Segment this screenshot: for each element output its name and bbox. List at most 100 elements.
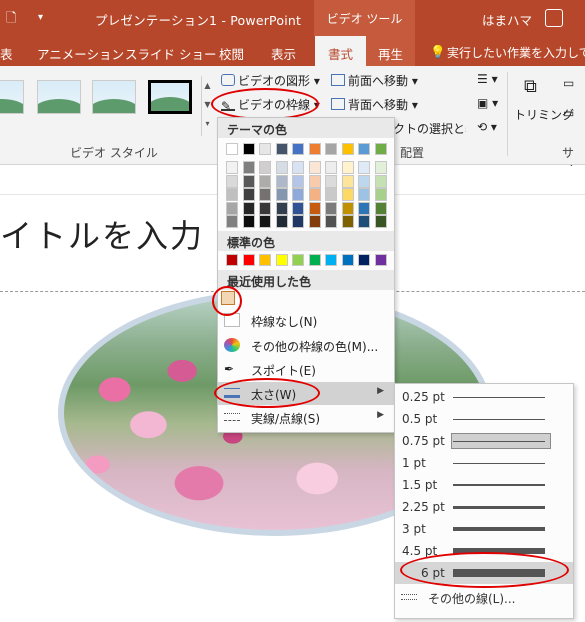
weight-option[interactable]: 1.5 pt bbox=[395, 474, 573, 496]
theme-shade-swatch[interactable] bbox=[308, 161, 321, 174]
theme-shade-swatch[interactable] bbox=[259, 188, 271, 201]
theme-shade-swatch[interactable] bbox=[341, 215, 354, 228]
video-style-thumb-2[interactable] bbox=[37, 80, 81, 114]
theme-shade-swatch[interactable] bbox=[242, 161, 255, 174]
align-icon[interactable]: ☰ ▾ bbox=[477, 72, 498, 86]
theme-shade-swatch[interactable] bbox=[275, 174, 288, 188]
new-file-icon[interactable]: 🗋 bbox=[6, 9, 16, 31]
theme-shade-swatch[interactable] bbox=[341, 174, 354, 188]
theme-shade-swatch[interactable] bbox=[358, 188, 370, 201]
theme-shade-swatch[interactable] bbox=[259, 201, 271, 215]
theme-shade-swatch[interactable] bbox=[275, 188, 288, 201]
theme-color-swatch[interactable] bbox=[226, 143, 238, 155]
weight-option[interactable]: 3 pt bbox=[395, 518, 573, 540]
weight-option[interactable]: 1 pt bbox=[395, 452, 573, 474]
theme-shade-swatch[interactable] bbox=[374, 188, 387, 201]
theme-shade-swatch[interactable] bbox=[226, 174, 238, 188]
send-backward-button[interactable]: 背面へ移動 ▾ bbox=[331, 96, 418, 113]
theme-shade-swatch[interactable] bbox=[308, 174, 321, 188]
slide-title-placeholder[interactable]: イトルを入力 bbox=[0, 211, 204, 257]
tab-format[interactable]: 書式 bbox=[315, 36, 366, 66]
theme-color-swatch[interactable] bbox=[341, 143, 354, 155]
theme-shade-swatch[interactable] bbox=[242, 201, 255, 215]
theme-shade-swatch[interactable] bbox=[325, 161, 337, 174]
theme-shade-swatch[interactable] bbox=[341, 161, 354, 174]
tab-slideshow[interactable]: スライド ショー bbox=[125, 44, 216, 63]
theme-shade-swatch[interactable] bbox=[242, 174, 255, 188]
theme-shade-swatch[interactable] bbox=[275, 215, 288, 228]
weight-option[interactable]: 0.5 pt bbox=[395, 408, 573, 430]
theme-shade-swatch[interactable] bbox=[325, 215, 337, 228]
crop-icon[interactable]: ⧉ bbox=[524, 76, 537, 97]
tell-me-search[interactable]: 実行したい作業を入力してくだ bbox=[447, 44, 585, 61]
tab-review[interactable]: 校閲 bbox=[219, 44, 244, 63]
theme-shade-swatch[interactable] bbox=[374, 215, 387, 228]
standard-color-swatch[interactable] bbox=[341, 254, 354, 266]
theme-shade-swatch[interactable] bbox=[226, 161, 238, 174]
no-outline-item[interactable]: 枠線なし(N) bbox=[218, 309, 394, 332]
weight-option[interactable]: 2.25 pt bbox=[395, 496, 573, 518]
theme-shade-swatch[interactable] bbox=[275, 161, 288, 174]
theme-color-swatch[interactable] bbox=[358, 143, 370, 155]
theme-color-swatch[interactable] bbox=[275, 143, 288, 155]
theme-shade-swatch[interactable] bbox=[308, 188, 321, 201]
theme-shade-swatch[interactable] bbox=[259, 215, 271, 228]
group-icon[interactable]: ▣ ▾ bbox=[477, 96, 498, 110]
width-icon[interactable]: ▭ bbox=[563, 106, 574, 120]
theme-shade-swatch[interactable] bbox=[242, 215, 255, 228]
theme-color-swatch[interactable] bbox=[292, 143, 304, 155]
tab-playback[interactable]: 再生 bbox=[366, 36, 415, 66]
theme-shade-swatch[interactable] bbox=[308, 201, 321, 215]
theme-shade-swatch[interactable] bbox=[341, 188, 354, 201]
height-icon[interactable]: ▭ bbox=[563, 76, 574, 90]
theme-shade-swatch[interactable] bbox=[358, 201, 370, 215]
more-lines-item[interactable]: その他の線(L)... bbox=[395, 586, 573, 608]
standard-color-swatch[interactable] bbox=[358, 254, 370, 266]
theme-shade-swatch[interactable] bbox=[308, 215, 321, 228]
qat-customize-icon[interactable]: ▾ bbox=[38, 12, 43, 23]
tab-review-partial[interactable]: 表 bbox=[0, 44, 13, 63]
video-shape-button[interactable]: ビデオの図形 ▾ bbox=[221, 72, 320, 89]
theme-shade-swatch[interactable] bbox=[325, 174, 337, 188]
dashes-item[interactable]: 実線/点線(S) ▶ bbox=[218, 406, 394, 429]
theme-shade-swatch[interactable] bbox=[325, 188, 337, 201]
video-style-thumb-4[interactable] bbox=[148, 80, 192, 114]
standard-color-swatch[interactable] bbox=[226, 254, 238, 266]
bring-forward-button[interactable]: 前面へ移動 ▾ bbox=[331, 72, 418, 89]
theme-shade-swatch[interactable] bbox=[242, 188, 255, 201]
theme-color-swatch[interactable] bbox=[308, 143, 321, 155]
theme-shade-swatch[interactable] bbox=[374, 161, 387, 174]
theme-shade-swatch[interactable] bbox=[292, 161, 304, 174]
theme-shade-swatch[interactable] bbox=[275, 201, 288, 215]
weight-option[interactable]: 0.75 pt bbox=[395, 430, 573, 452]
eyedropper-item[interactable]: ✒ スポイト(E) bbox=[218, 358, 394, 381]
theme-shade-swatch[interactable] bbox=[374, 174, 387, 188]
video-style-thumb-1[interactable] bbox=[0, 80, 24, 114]
video-style-thumb-3[interactable] bbox=[92, 80, 136, 114]
theme-shade-swatch[interactable] bbox=[292, 188, 304, 201]
theme-shade-swatch[interactable] bbox=[259, 161, 271, 174]
theme-shade-swatch[interactable] bbox=[358, 215, 370, 228]
theme-color-swatch[interactable] bbox=[374, 143, 387, 155]
theme-shade-swatch[interactable] bbox=[259, 174, 271, 188]
theme-shade-swatch[interactable] bbox=[292, 174, 304, 188]
theme-shade-swatch[interactable] bbox=[226, 188, 238, 201]
rotate-icon[interactable]: ⟲ ▾ bbox=[477, 120, 497, 134]
gallery-more-icon[interactable]: ▾ bbox=[202, 114, 213, 133]
theme-shade-swatch[interactable] bbox=[341, 201, 354, 215]
theme-shade-swatch[interactable] bbox=[325, 201, 337, 215]
theme-color-swatch[interactable] bbox=[259, 143, 271, 155]
theme-color-swatch[interactable] bbox=[242, 143, 255, 155]
theme-shade-swatch[interactable] bbox=[292, 215, 304, 228]
standard-color-swatch[interactable] bbox=[242, 254, 255, 266]
standard-color-swatch[interactable] bbox=[292, 254, 304, 266]
user-name[interactable]: はまハマ bbox=[482, 10, 532, 29]
theme-shade-swatch[interactable] bbox=[226, 201, 238, 215]
tab-animations[interactable]: アニメーション bbox=[37, 44, 124, 63]
standard-color-swatch[interactable] bbox=[325, 254, 337, 266]
tab-view[interactable]: 表示 bbox=[271, 44, 296, 63]
more-colors-item[interactable]: その他の枠線の色(M)... bbox=[218, 334, 394, 357]
theme-shade-swatch[interactable] bbox=[292, 201, 304, 215]
standard-color-swatch[interactable] bbox=[308, 254, 321, 266]
theme-shade-swatch[interactable] bbox=[226, 215, 238, 228]
